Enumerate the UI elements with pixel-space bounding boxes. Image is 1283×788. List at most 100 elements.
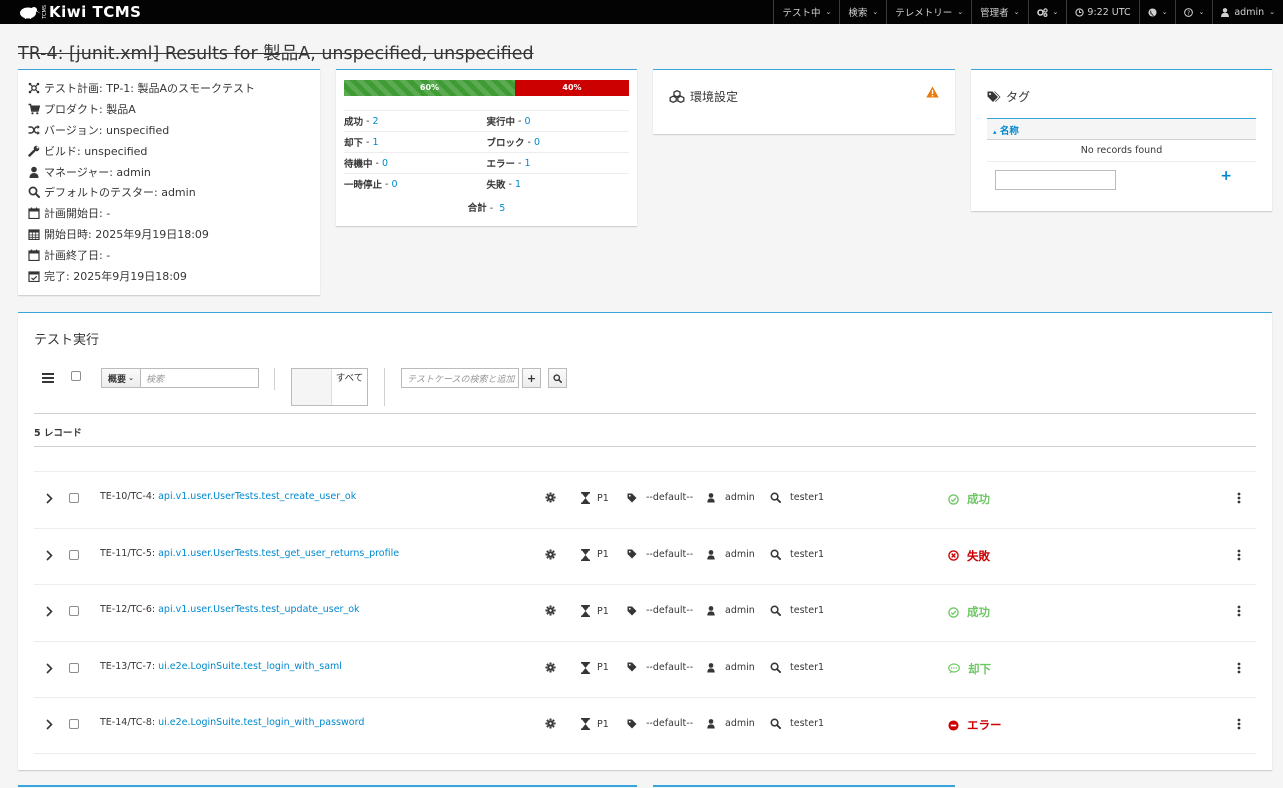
stat-link[interactable]: 1 bbox=[524, 158, 530, 169]
tester: tester1 bbox=[770, 605, 824, 617]
search-icon bbox=[770, 492, 781, 503]
nav-user[interactable]: admin ⌄ bbox=[1212, 0, 1283, 24]
info-started-text: 開始日時: 2025年9月19日18:09 bbox=[44, 227, 209, 241]
stat-link[interactable]: 2 bbox=[372, 116, 378, 127]
nav-language[interactable]: ⌄ bbox=[1138, 0, 1176, 24]
info-planned-start-text: 計画開始日: - bbox=[44, 207, 111, 221]
row-checkbox[interactable] bbox=[69, 719, 79, 730]
show-all-toggle[interactable]: すべて bbox=[291, 368, 368, 406]
testcase-link[interactable]: api.v1.user.UserTests.test_get_user_retu… bbox=[158, 548, 399, 559]
category: --default-- bbox=[627, 718, 693, 729]
execution-status: 失敗 bbox=[948, 548, 990, 564]
brand[interactable]: TCMS Kiwi TCMS bbox=[17, 3, 141, 21]
tags-empty: No records found bbox=[987, 140, 1256, 162]
stat-link[interactable]: 1 bbox=[372, 137, 378, 148]
tag-icon bbox=[627, 662, 637, 672]
chevron-right-icon[interactable] bbox=[46, 663, 53, 674]
testcase-link[interactable]: api.v1.user.UserTests.test_create_user_o… bbox=[158, 491, 356, 502]
random-icon bbox=[28, 124, 40, 135]
info-started: 開始日時: 2025年9月19日18:09 bbox=[27, 224, 320, 245]
kebab-menu-icon[interactable] bbox=[1237, 718, 1241, 730]
info-plan-text: テスト計画: TP-1: 製品Aのスモークテスト bbox=[44, 82, 256, 96]
chevron-down-icon: ⌄ bbox=[872, 8, 879, 16]
row-checkbox[interactable] bbox=[69, 493, 79, 503]
search-icon bbox=[770, 549, 781, 560]
records-count: 5 レコード bbox=[34, 428, 82, 439]
nav-plugins[interactable]: ⌄ bbox=[1027, 0, 1067, 24]
testcase-search-input[interactable]: テストケースの検索と追加 bbox=[401, 368, 519, 388]
gear-icon[interactable] bbox=[545, 549, 556, 560]
tester: tester1 bbox=[770, 492, 824, 503]
testcase-link[interactable]: ui.e2e.LoginSuite.test_login_with_passwo… bbox=[158, 717, 364, 728]
tag-input[interactable] bbox=[995, 170, 1116, 190]
add-tag-button[interactable]: + bbox=[1220, 168, 1232, 184]
nav-clock: 9:22 UTC bbox=[1066, 0, 1138, 24]
stat-label: 却下 bbox=[344, 138, 364, 149]
select-all-checkbox[interactable] bbox=[71, 371, 81, 381]
gear-icon[interactable] bbox=[545, 492, 556, 503]
progress-fail-segment: 40% bbox=[515, 80, 629, 96]
stat-link[interactable]: 0 bbox=[391, 179, 397, 190]
execution-row[interactable]: TE-12/TC-6: api.v1.user.UserTests.test_u… bbox=[34, 584, 1256, 641]
execution-row[interactable]: TE-11/TC-5: api.v1.user.UserTests.test_g… bbox=[34, 527, 1256, 585]
execution-status: エラー bbox=[948, 717, 1002, 733]
brand-name: Kiwi TCMS bbox=[49, 3, 142, 21]
filter-field-dropdown[interactable]: 概要 ⌄ bbox=[101, 368, 141, 388]
kebab-menu-icon[interactable] bbox=[1237, 605, 1241, 617]
tester-label: tester1 bbox=[790, 718, 825, 730]
hourglass-icon bbox=[581, 605, 590, 618]
tags-column-header[interactable]: ▴ 名称 bbox=[987, 118, 1256, 140]
stat-link[interactable]: 1 bbox=[515, 179, 521, 190]
menu-icon[interactable] bbox=[42, 373, 54, 383]
assignee-label: admin bbox=[725, 492, 755, 503]
execution-row[interactable]: TE-14/TC-8: ui.e2e.LoginSuite.test_login… bbox=[34, 697, 1256, 754]
kebab-menu-icon[interactable] bbox=[1237, 492, 1241, 504]
execution-row[interactable]: TE-10/TC-4: api.v1.user.UserTests.test_c… bbox=[34, 471, 1256, 528]
add-testcase-button[interactable]: + bbox=[522, 368, 541, 388]
gear-icon[interactable] bbox=[545, 662, 556, 673]
nav-help[interactable]: ? ⌄ bbox=[1175, 0, 1212, 24]
assignee: admin bbox=[706, 549, 755, 560]
chevron-right-icon[interactable] bbox=[46, 606, 53, 617]
filter-input[interactable]: 検索 bbox=[141, 368, 259, 388]
gear-icon[interactable] bbox=[545, 605, 556, 616]
priority-label: P1 bbox=[597, 662, 609, 674]
chevron-down-icon: ⌄ bbox=[128, 374, 134, 382]
search-icon bbox=[28, 186, 40, 199]
globe-icon bbox=[1148, 7, 1157, 17]
execution-row[interactable]: TE-13/TC-7: ui.e2e.LoginSuite.test_login… bbox=[34, 640, 1256, 698]
kebab-menu-icon[interactable] bbox=[1237, 549, 1241, 561]
search-testcase-button[interactable] bbox=[548, 368, 567, 388]
kebab-menu-icon[interactable] bbox=[1237, 662, 1241, 674]
row-checkbox[interactable] bbox=[69, 606, 79, 617]
warning-icon[interactable] bbox=[926, 86, 939, 98]
nav-search[interactable]: 検索 ⌄ bbox=[839, 0, 886, 24]
tags-column-label: 名称 bbox=[999, 126, 1019, 137]
times-circle-icon bbox=[948, 550, 959, 561]
chevron-right-icon[interactable] bbox=[46, 719, 53, 730]
assignee: admin bbox=[706, 662, 755, 673]
stat-label: 一時停止 bbox=[344, 180, 383, 191]
nav-admin[interactable]: 管理者 ⌄ bbox=[971, 0, 1027, 24]
stat-link[interactable]: 0 bbox=[382, 158, 388, 169]
nav-testing[interactable]: テスト中 ⌄ bbox=[773, 0, 839, 24]
nav-telemetry[interactable]: テレメトリー ⌄ bbox=[886, 0, 971, 24]
category-label: --default-- bbox=[646, 718, 694, 730]
status-label: 成功 bbox=[967, 605, 990, 620]
chevron-down-icon: ⌄ bbox=[1013, 8, 1020, 16]
status-label: 却下 bbox=[968, 661, 991, 676]
nav-search-label: 検索 bbox=[848, 8, 868, 19]
row-checkbox[interactable] bbox=[69, 662, 79, 673]
row-checkbox[interactable] bbox=[69, 549, 79, 560]
priority-label: P1 bbox=[597, 549, 609, 561]
user-icon bbox=[707, 606, 715, 616]
gear-icon[interactable] bbox=[545, 718, 556, 729]
info-plan[interactable]: テスト計画: TP-1: 製品Aのスモークテスト bbox=[27, 78, 320, 99]
chevron-right-icon[interactable] bbox=[46, 493, 53, 504]
testcase-link[interactable]: api.v1.user.UserTests.test_update_user_o… bbox=[158, 604, 359, 615]
total-link[interactable]: 5 bbox=[499, 203, 505, 214]
stat-link[interactable]: 0 bbox=[524, 116, 530, 127]
stat-link[interactable]: 0 bbox=[534, 137, 540, 148]
chevron-right-icon[interactable] bbox=[46, 550, 53, 561]
testcase-link[interactable]: ui.e2e.LoginSuite.test_login_with_saml bbox=[158, 661, 342, 672]
